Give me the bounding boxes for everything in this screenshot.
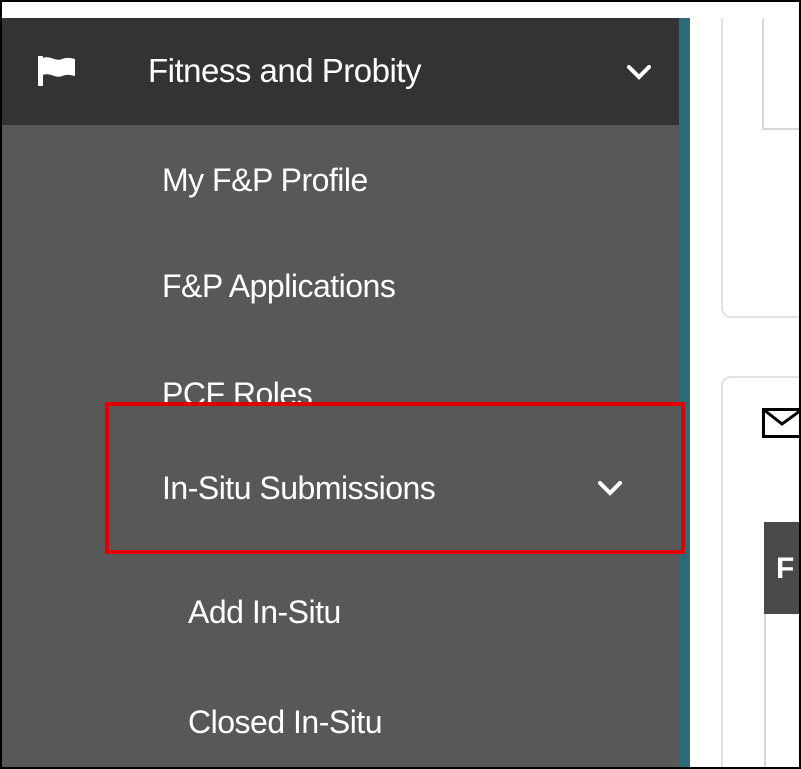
table-header-cell: F [776, 552, 795, 585]
sidebar-subitem-closed-in-situ[interactable]: Closed In-Situ [2, 674, 679, 767]
sidebar-subitem-label: Add In-Situ [188, 594, 341, 630]
table-header: F [764, 522, 799, 614]
table-body [764, 614, 799, 767]
chevron-down-icon[interactable] [627, 65, 651, 81]
content-card-inner-panel [762, 18, 799, 130]
screenshot-frame: Fitness and Probity My F&P Profile F&P A… [0, 0, 801, 769]
sidebar-accent-border [679, 18, 690, 767]
sidebar-item-fitness-and-probity[interactable]: Fitness and Probity [2, 18, 679, 125]
highlight-annotation-box [105, 402, 685, 554]
sidebar-header-label: Fitness and Probity [148, 52, 421, 89]
sidebar-nav: Fitness and Probity My F&P Profile F&P A… [2, 18, 679, 767]
sidebar-subitem-label: Closed In-Situ [188, 704, 382, 740]
envelope-icon [762, 408, 799, 438]
sidebar-subitem-add-in-situ[interactable]: Add In-Situ [2, 570, 679, 670]
sidebar-item-label: F&P Applications [162, 268, 396, 304]
sidebar-item-label: My F&P Profile [162, 162, 368, 198]
sidebar-item-my-fp-profile[interactable]: My F&P Profile [2, 125, 679, 229]
sidebar-item-fp-applications[interactable]: F&P Applications [2, 229, 679, 333]
flag-icon [38, 56, 76, 86]
